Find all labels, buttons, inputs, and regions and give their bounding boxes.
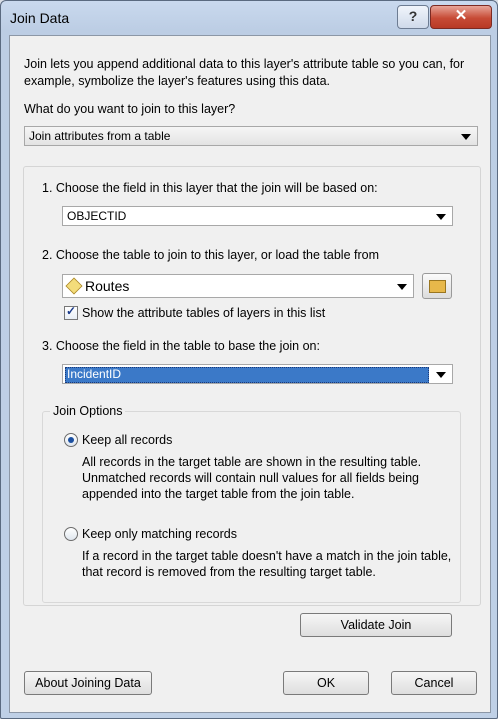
keep-matching-radio[interactable] — [64, 527, 78, 541]
chevron-down-icon — [436, 372, 446, 378]
join-type-value: Join attributes from a table — [29, 129, 171, 143]
join-field-dropdown[interactable]: IncidentID — [62, 364, 453, 384]
cancel-button[interactable]: Cancel — [391, 671, 477, 695]
chevron-down-icon — [436, 214, 446, 220]
keep-all-description: All records in the target table are show… — [82, 455, 422, 501]
join-type-dropdown[interactable]: Join attributes from a table — [24, 126, 478, 146]
join-table-dropdown[interactable]: Routes — [62, 274, 414, 298]
ok-button[interactable]: OK — [283, 671, 369, 695]
keep-matching-label: Keep only matching records — [82, 527, 237, 541]
checkmark-icon: ✓ — [66, 304, 77, 318]
chevron-down-icon — [461, 134, 471, 140]
dialog-window: Join Data ? ✕ Join lets you append addit… — [0, 0, 498, 719]
join-question: What do you want to join to this layer? — [24, 102, 236, 116]
intro-text: Join lets you append additional data to … — [24, 57, 465, 88]
browse-folder-button[interactable] — [422, 273, 452, 299]
validate-join-button[interactable]: Validate Join — [300, 613, 452, 637]
about-joining-button[interactable]: About Joining Data — [24, 671, 152, 695]
table-icon — [65, 277, 83, 295]
join-table-value: Routes — [85, 278, 130, 294]
step1-label: 1. Choose the field in this layer that t… — [42, 181, 378, 195]
chevron-down-icon — [397, 284, 407, 290]
show-layer-tables-label: Show the attribute tables of layers in t… — [82, 306, 326, 320]
dialog-title: Join Data — [10, 10, 70, 26]
step3-label: 3. Choose the field in the table to base… — [42, 339, 320, 353]
join-field-value: IncidentID — [67, 367, 122, 381]
step2-label: 2. Choose the table to join to this laye… — [42, 248, 380, 262]
radio-dot-icon — [68, 437, 74, 443]
layer-field-dropdown[interactable]: OBJECTID — [62, 206, 453, 226]
folder-icon — [429, 280, 446, 293]
join-options-legend: Join Options — [50, 404, 126, 418]
close-button[interactable]: ✕ — [430, 5, 492, 29]
keep-matching-description: If a record in the target table doesn't … — [82, 549, 452, 579]
layer-field-value: OBJECTID — [67, 209, 127, 223]
keep-all-radio[interactable] — [64, 433, 78, 447]
keep-all-label: Keep all records — [82, 433, 173, 447]
dialog-body: Join lets you append additional data to … — [9, 35, 491, 713]
help-button[interactable]: ? — [397, 5, 429, 29]
show-layer-tables-checkbox[interactable]: ✓ — [64, 304, 78, 320]
